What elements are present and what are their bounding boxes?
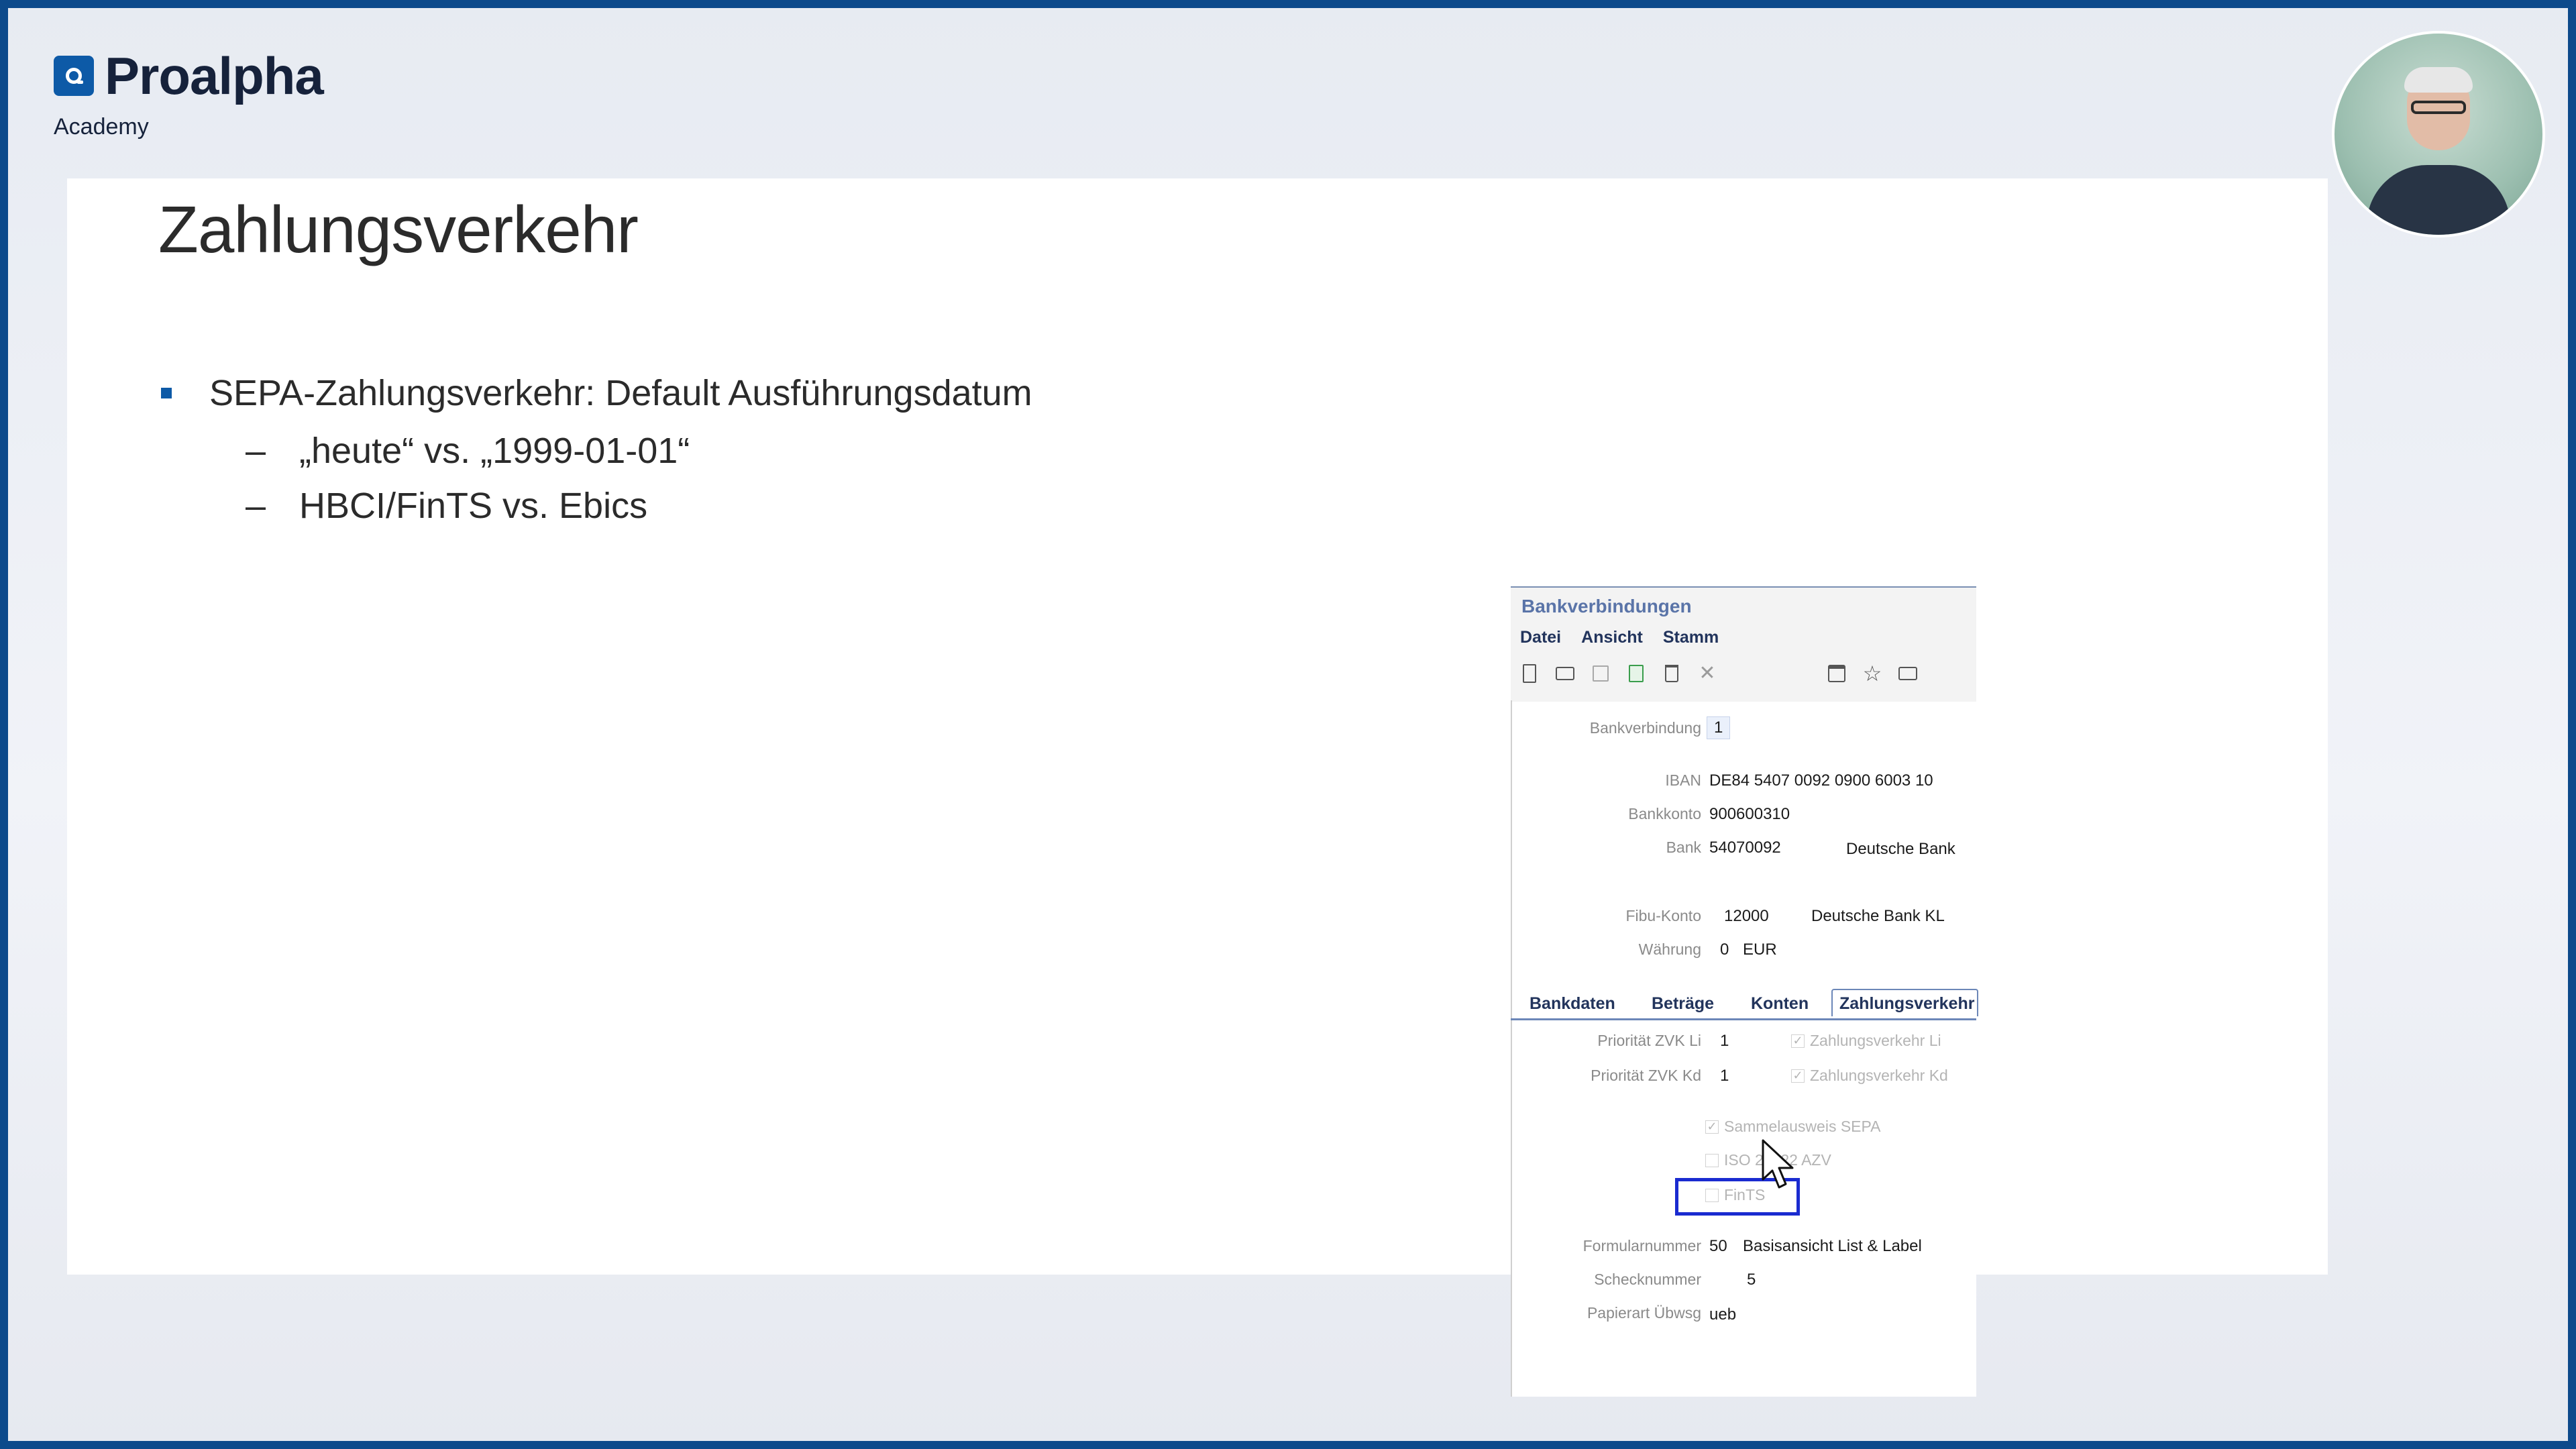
menu-bar: Datei Ansicht Stamm — [1520, 628, 1739, 647]
checkbox-sammelausweis-sepa[interactable]: ✓ Sammelausweis SEPA — [1705, 1118, 1881, 1136]
checkbox-empty — [1705, 1153, 1719, 1167]
input-papierart[interactable]: ueb — [1709, 1305, 1736, 1324]
input-bankverbindung[interactable]: 1 — [1707, 716, 1731, 739]
label-prioritaet-zvk-li: Priorität ZVK Li — [1597, 1032, 1701, 1049]
calendar-icon[interactable] — [1827, 663, 1846, 684]
dash-marker: – — [246, 486, 266, 526]
input-bank[interactable]: 54070092 — [1709, 839, 1781, 857]
open-folder-icon[interactable] — [1556, 663, 1574, 684]
formular-name: Basisansicht List & Label — [1743, 1237, 1922, 1255]
slide-title: Zahlungsverkehr — [158, 193, 639, 266]
label-iban: IBAN — [1665, 771, 1701, 789]
checkbox-label: Zahlungsverkehr Li — [1810, 1032, 1941, 1049]
brand-name: Proalpha — [105, 46, 324, 105]
tab-zahlungsverkehr[interactable]: Zahlungsverkehr — [1831, 989, 1979, 1016]
toolbar: ✕ ☆ — [1520, 663, 1934, 684]
bullet-item: SEPA-Zahlungsverkehr: Default Ausführung… — [161, 363, 1032, 423]
checkbox-label: Zahlungsverkehr Kd — [1810, 1067, 1948, 1084]
window-title: Bankverbindungen — [1521, 596, 1692, 616]
subbullet-item: – „heute“ vs. „1999-01-01“ — [246, 423, 1032, 478]
checkmark-icon: ✓ — [1791, 1034, 1805, 1048]
bankverbindungen-window: Bankverbindungen Datei Ansicht Stamm ✕ ☆… — [1511, 586, 1979, 1397]
brand-logo: Proalpha Academy — [54, 46, 324, 140]
subbullet-text: HBCI/FinTS vs. Ebics — [299, 486, 648, 526]
input-fibu-konto[interactable]: 12000 — [1724, 907, 1769, 926]
label-bankverbindung: Bankverbindung — [1589, 719, 1701, 737]
checkbox-label: Sammelausweis SEPA — [1724, 1118, 1881, 1135]
input-formularnummer[interactable]: 50 — [1709, 1237, 1727, 1256]
print-icon[interactable] — [1898, 663, 1917, 684]
checkmark-icon: ✓ — [1791, 1069, 1805, 1083]
presenter-webcam — [2332, 31, 2545, 237]
bullet-square-icon — [161, 388, 172, 398]
tab-bankdaten[interactable]: Bankdaten — [1529, 994, 1615, 1014]
input-iban[interactable]: DE84 5407 0092 0900 6003 10 — [1709, 771, 1933, 790]
copy-icon[interactable] — [1627, 663, 1646, 684]
new-doc-icon[interactable] — [1520, 663, 1539, 684]
save-icon[interactable] — [1591, 663, 1610, 684]
input-bankkonto[interactable]: 900600310 — [1709, 805, 1790, 824]
waehrung-name: EUR — [1743, 941, 1777, 959]
checkmark-icon: ✓ — [1705, 1120, 1719, 1134]
subbullet-item: – HBCI/FinTS vs. Ebics — [246, 478, 1032, 533]
tab-betraege[interactable]: Beträge — [1652, 994, 1714, 1014]
label-formularnummer: Formularnummer — [1582, 1237, 1701, 1254]
fibu-konto-name: Deutsche Bank KL — [1811, 907, 1945, 925]
close-icon[interactable]: ✕ — [1698, 663, 1717, 684]
input-prioritaet-zvk-li[interactable]: 1 — [1720, 1032, 1729, 1051]
star-icon[interactable]: ☆ — [1863, 663, 1882, 684]
bullet-text: SEPA-Zahlungsverkehr: Default Ausführung… — [209, 373, 1032, 413]
slide: Zahlungsverkehr SEPA-Zahlungsverkehr: De… — [67, 178, 2328, 1397]
input-schecknummer[interactable]: 5 — [1747, 1271, 1756, 1289]
tab-konten[interactable]: Konten — [1751, 994, 1809, 1014]
label-papierart: Papierart Übwsg — [1587, 1304, 1701, 1322]
checkbox-zahlungsverkehr-li[interactable]: ✓ Zahlungsverkehr Li — [1791, 1032, 1941, 1050]
bank-name: Deutsche Bank — [1846, 840, 1955, 858]
input-waehrung[interactable]: 0 — [1720, 941, 1729, 959]
menu-datei[interactable]: Datei — [1520, 628, 1561, 647]
label-fibu-konto: Fibu-Konto — [1625, 907, 1701, 924]
label-bank: Bank — [1666, 839, 1701, 856]
window-header: Bankverbindungen Datei Ansicht Stamm ✕ ☆ — [1511, 586, 1976, 702]
dash-marker: – — [246, 431, 266, 471]
label-bankkonto: Bankkonto — [1628, 805, 1701, 822]
label-waehrung: Währung — [1638, 941, 1701, 958]
window-left-border — [1511, 700, 1512, 1397]
mouse-cursor-icon — [1762, 1139, 1794, 1189]
bullet-list: SEPA-Zahlungsverkehr: Default Ausführung… — [161, 363, 1032, 533]
label-prioritaet-zvk-kd: Priorität ZVK Kd — [1591, 1067, 1701, 1084]
label-schecknummer: Schecknummer — [1594, 1271, 1701, 1288]
tab-bar: Bankdaten Beträge Konten Zahlungsverkehr — [1511, 989, 1979, 1020]
checkbox-zahlungsverkehr-kd[interactable]: ✓ Zahlungsverkehr Kd — [1791, 1067, 1948, 1085]
brand-subtitle: Academy — [54, 114, 149, 140]
menu-stamm[interactable]: Stamm — [1663, 628, 1719, 647]
subbullet-text: „heute“ vs. „1999-01-01“ — [299, 431, 690, 471]
delete-icon[interactable] — [1662, 663, 1681, 684]
proalpha-logo-icon — [54, 56, 94, 96]
input-prioritaet-zvk-kd[interactable]: 1 — [1720, 1067, 1729, 1085]
menu-ansicht[interactable]: Ansicht — [1581, 628, 1643, 647]
